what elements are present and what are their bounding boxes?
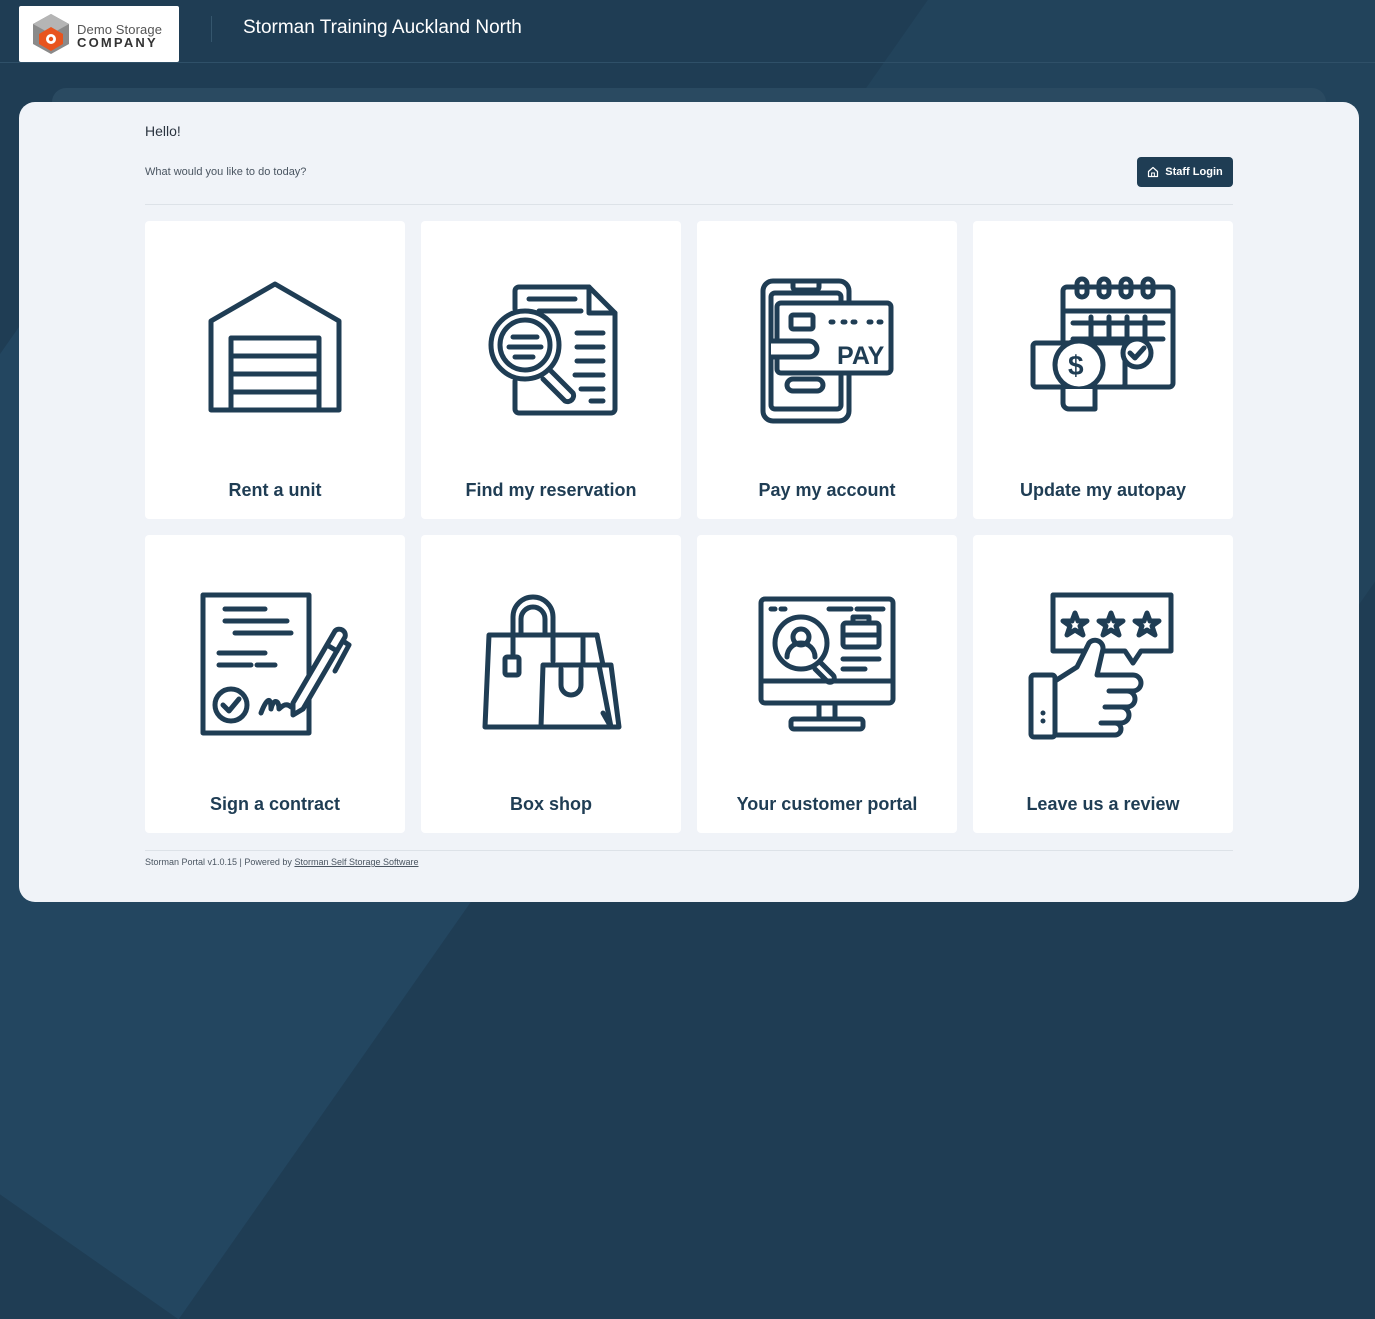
tile-rent-a-unit[interactable]: Rent a unit [145,221,405,519]
svg-text:PAY: PAY [837,342,885,370]
tile-label: Your customer portal [736,794,918,814]
tile-label: Leave us a review [1026,794,1180,814]
footer: Storman Portal v1.0.15 | Powered by Stor… [145,857,419,867]
tile-label: Find my reservation [465,480,637,500]
footer-link[interactable]: Storman Self Storage Software [294,857,418,867]
document-search-icon [488,284,618,416]
logo-text-line2: COMPANY [77,35,158,50]
shopping-bags-icon [482,594,622,730]
divider [145,204,1233,205]
site-title: Storman Training Auckland North [243,17,522,38]
svg-text:$: $ [1068,350,1084,381]
main-card: Hello! What would you like to do today? … [19,102,1359,902]
tile-find-my-reservation[interactable]: Find my reservation [421,221,681,519]
computer-profile-icon [758,596,896,732]
thumbs-up-review-icon [1028,592,1174,740]
garage-icon [208,281,342,413]
tile-label: Box shop [509,794,592,814]
tile-label: Update my autopay [1019,480,1187,500]
header-divider [211,16,212,42]
tile-your-customer-portal[interactable]: Your customer portal [697,535,957,833]
mobile-pay-icon: PAY [760,278,894,424]
company-logo[interactable]: Demo Storage COMPANY [19,6,179,62]
tile-sign-a-contract[interactable]: Sign a contract [145,535,405,833]
home-icon [1148,166,1159,178]
tile-label: Rent a unit [228,480,322,500]
contract-sign-icon [200,592,352,736]
question-text: What would you like to do today? [145,166,307,178]
tile-label: Pay my account [758,480,896,500]
tile-update-my-autopay[interactable]: $ Update my autopay [973,221,1233,519]
divider [145,850,1233,851]
logo-hexagon-icon [33,14,69,54]
greeting: Hello! [145,123,181,139]
tile-label: Sign a contract [209,794,341,814]
tile-box-shop[interactable]: Box shop [421,535,681,833]
calendar-payment-icon: $ [1030,276,1176,412]
tile-pay-my-account[interactable]: PAY Pay my account [697,221,957,519]
top-bar: Demo Storage COMPANY Storman Training Au… [0,0,1375,63]
staff-login-label: Staff Login [1165,166,1223,178]
tile-leave-us-a-review[interactable]: Leave us a review [973,535,1233,833]
footer-version-text: Storman Portal v1.0.15 | Powered by [145,857,292,867]
staff-login-button[interactable]: Staff Login [1137,157,1233,187]
